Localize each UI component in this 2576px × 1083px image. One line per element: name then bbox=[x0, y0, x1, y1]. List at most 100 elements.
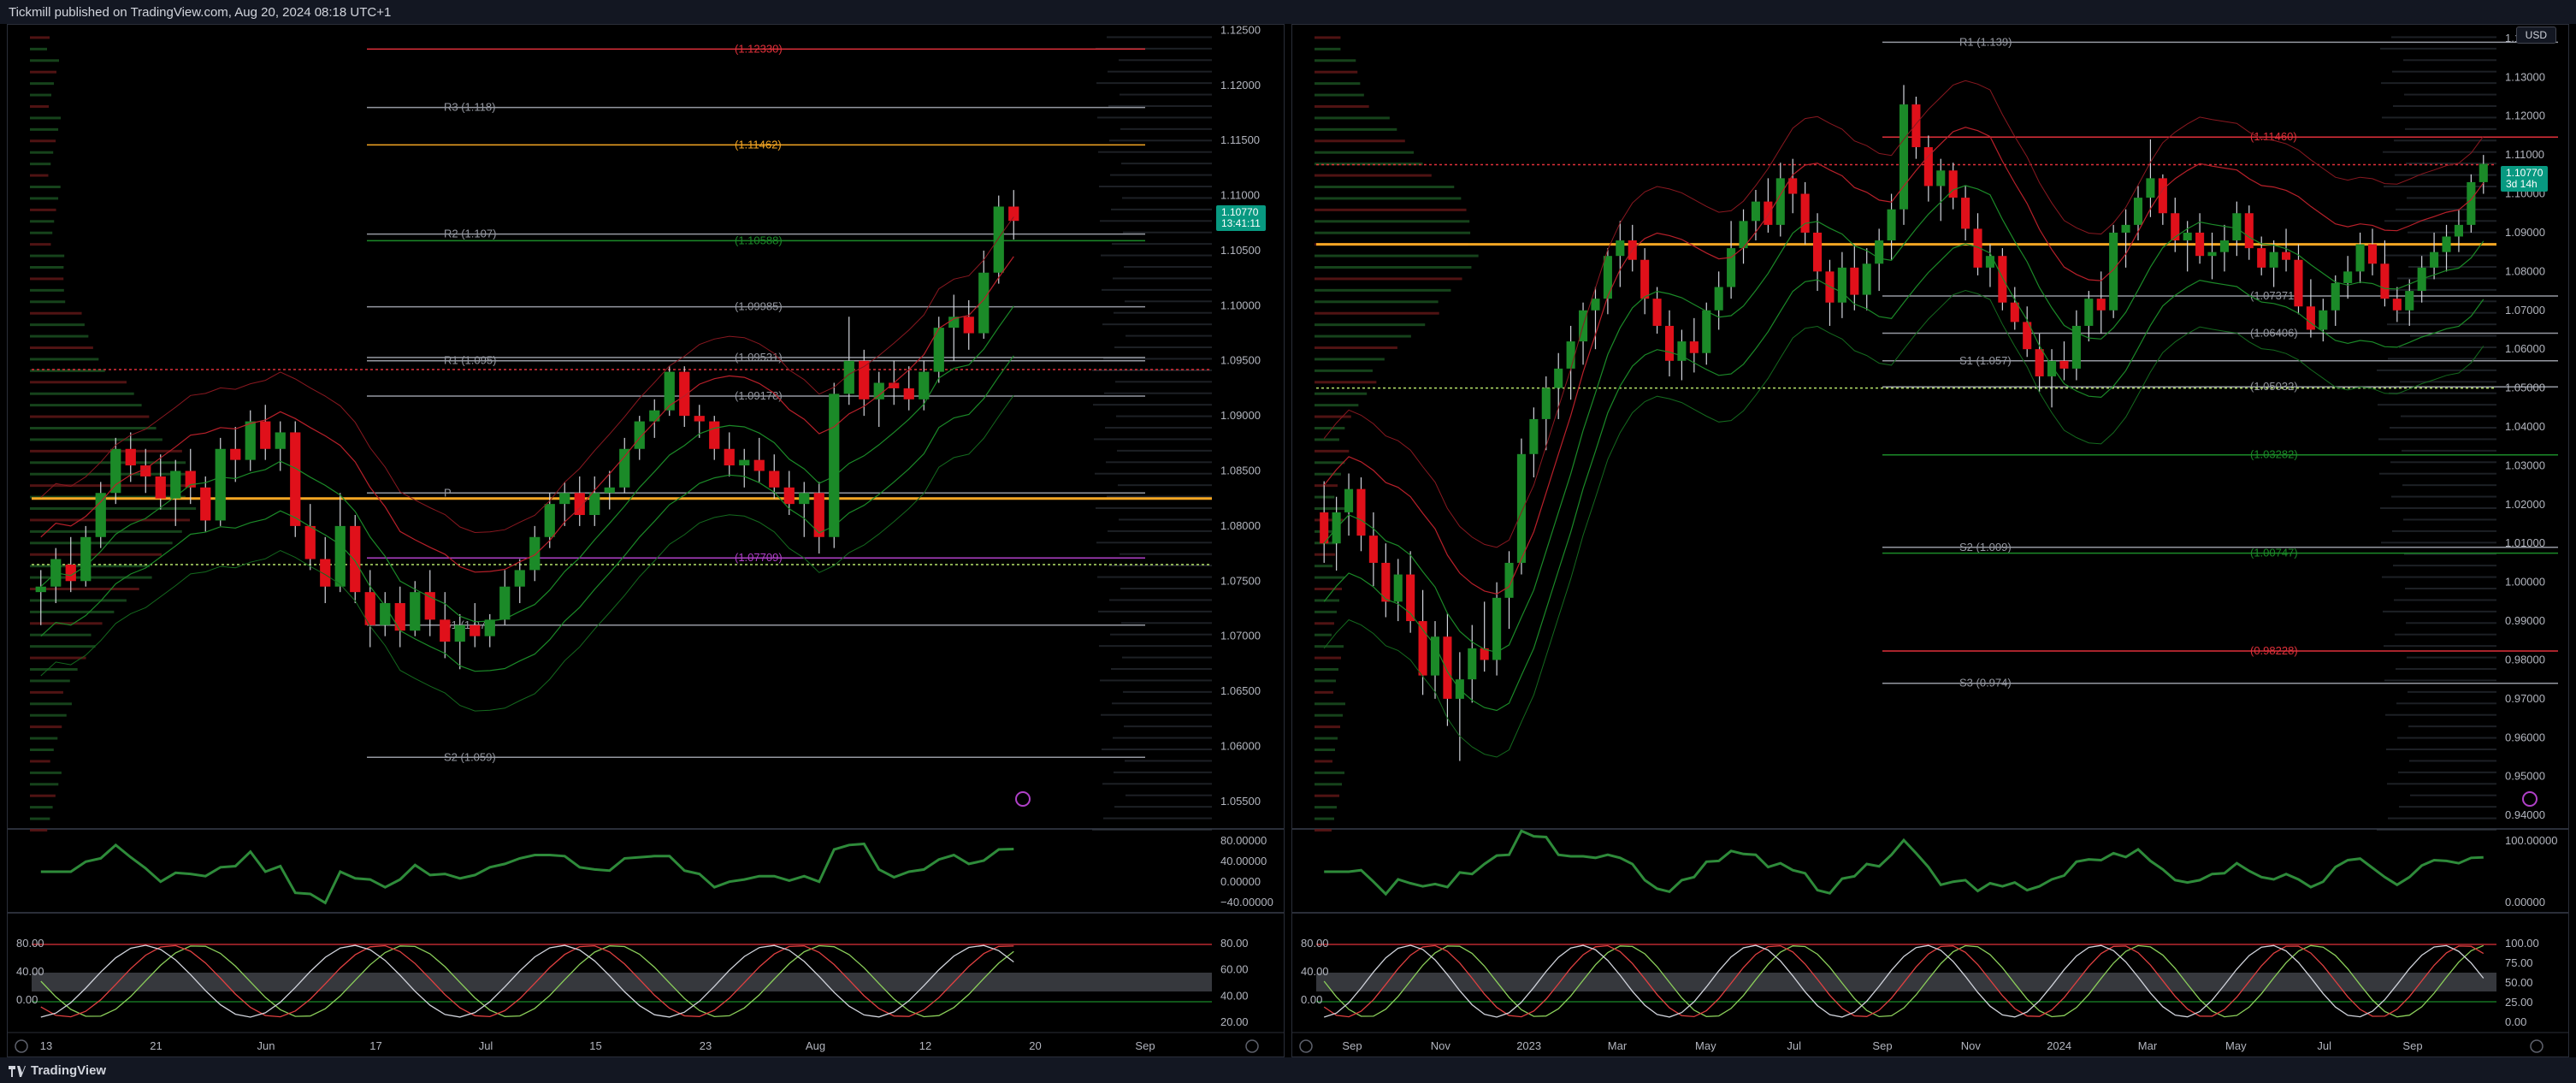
stochastic-left-tick: 40.00 bbox=[1301, 965, 1329, 978]
candle-body bbox=[1875, 240, 1884, 264]
right-volume-bar bbox=[1099, 645, 1212, 648]
right-volume-bar bbox=[2384, 645, 2496, 648]
x-axis-tick-label: Sep bbox=[2402, 1039, 2422, 1052]
right-volume-bar bbox=[1111, 208, 1212, 210]
pivot-level-label: (1.07709) bbox=[735, 551, 783, 564]
right-volume-bar bbox=[1114, 346, 1212, 348]
candle-body bbox=[2405, 291, 2414, 311]
right-volume-bar bbox=[2386, 288, 2496, 291]
y-axis-tick-label: 1.06000 bbox=[2505, 342, 2545, 355]
y-axis-tick-label: 1.09500 bbox=[1220, 354, 1261, 367]
auto-scale-icon bbox=[1245, 1039, 1259, 1053]
momentum-tick-label: −40.00000 bbox=[1220, 896, 1273, 908]
right-volume-bar bbox=[2390, 461, 2496, 464]
candle-body bbox=[230, 448, 241, 460]
right-volume-bar bbox=[2403, 518, 2496, 521]
candle-body bbox=[1714, 287, 1723, 311]
right-volume-bar bbox=[1117, 449, 1212, 452]
volume-profile-bar bbox=[30, 346, 93, 349]
right-volume-bar bbox=[1108, 565, 1212, 567]
candle-body bbox=[2244, 213, 2254, 249]
pivot-level-label: S2 (1.059) bbox=[444, 750, 496, 763]
volume-profile-bar bbox=[30, 311, 82, 315]
candle-body bbox=[2158, 178, 2167, 214]
x-axis: Sep Nov 2023 Mar May Jul Sep Nov 2024 Mar May Jul Se… bbox=[1342, 1039, 2422, 1052]
right-volume-bar bbox=[1105, 427, 1212, 429]
right-volume-bar bbox=[2390, 427, 2496, 429]
candle-body bbox=[1516, 453, 1526, 563]
momentum-tick-label: 40.00000 bbox=[1220, 855, 1267, 867]
currency-badge[interactable]: USD bbox=[2515, 27, 2556, 44]
right-volume-bar bbox=[1112, 243, 1212, 246]
y-axis-tick-label: 1.05000 bbox=[2505, 382, 2545, 394]
y-axis-tick-label: 1.07000 bbox=[2505, 304, 2545, 317]
x-axis-tick-label: Aug bbox=[806, 1039, 825, 1052]
candle-body bbox=[619, 448, 630, 488]
volume-profile-bar bbox=[1315, 415, 1351, 418]
right-volume-bar bbox=[1122, 197, 1212, 199]
momentum-pane: 100.00000 0.00000 bbox=[1324, 829, 2557, 908]
x-axis-tick-label: Nov bbox=[1961, 1039, 1982, 1052]
right-chart-svg[interactable]: R1 (1.139)(1.11460)(1.07371)(1.06406)S1 … bbox=[1292, 25, 2569, 1057]
volume-profile-bar bbox=[1315, 656, 1342, 660]
right-volume-bar bbox=[1122, 656, 1212, 659]
candle-body bbox=[2059, 360, 2069, 369]
volume-profile-bar bbox=[30, 553, 162, 556]
candle-body bbox=[410, 592, 421, 631]
right-volume-bar bbox=[2392, 530, 2496, 532]
volume-profile-bar bbox=[30, 645, 96, 648]
volume-profile-bar bbox=[1315, 47, 1341, 50]
volume-profile-bar bbox=[30, 277, 64, 281]
volume-profile-bar bbox=[1315, 139, 1405, 143]
volume-profile-bar bbox=[30, 518, 191, 522]
volume-profile-bar bbox=[30, 254, 65, 257]
right-volume-bar bbox=[2377, 829, 2496, 831]
right-volume-bar bbox=[2381, 542, 2496, 544]
volume-profile-bar bbox=[1315, 323, 1426, 327]
volume-profile-bar bbox=[1315, 381, 1377, 384]
right-volume-bar bbox=[1121, 163, 1212, 165]
momentum-tick-label: 0.00000 bbox=[2505, 896, 2545, 908]
right-volume-bar bbox=[1120, 553, 1212, 555]
volume-profile-bar bbox=[30, 323, 85, 327]
candle-body bbox=[769, 470, 780, 488]
left-chart-pane[interactable]: (1.12330) R3 (1.118) (1.11462) R2 (1.107) (1… bbox=[7, 24, 1285, 1057]
stochastic-left-tick: 80.00 bbox=[1301, 937, 1329, 950]
right-volume-bar bbox=[1102, 783, 1212, 785]
volume-profile-bar bbox=[30, 427, 157, 429]
candle-body bbox=[1837, 267, 1846, 303]
moving-average-line bbox=[1323, 185, 2484, 654]
y-axis-tick-label: 1.08000 bbox=[1220, 519, 1261, 532]
candle-body bbox=[1850, 267, 1859, 295]
right-volume-bar bbox=[2382, 576, 2496, 578]
right-volume-bar bbox=[2380, 47, 2496, 50]
momentum-line bbox=[40, 842, 1014, 905]
right-chart-pane[interactable]: R1 (1.139) (1.11460) (1.07371) (1.06406) S1 … bbox=[1291, 24, 2569, 1057]
candle-body bbox=[155, 476, 166, 499]
y-axis-tick-label: 1.12000 bbox=[2505, 109, 2545, 122]
volume-profile-bar bbox=[30, 139, 56, 143]
right-volume-bar bbox=[2382, 116, 2496, 119]
right-volume-bar bbox=[1092, 829, 1212, 831]
volume-profile-bar bbox=[1315, 633, 1332, 636]
candle-body bbox=[1356, 488, 1366, 536]
candle-body bbox=[2467, 181, 2476, 225]
volume-profile-bar bbox=[1315, 484, 1338, 488]
y-axis-tick-label: 1.11000 bbox=[2505, 148, 2544, 161]
stochastic-pane: 80.00 40.00 0.00 100.00 75.00 50.00 25.00 0.00 bbox=[1301, 937, 2539, 1028]
candle-body bbox=[2257, 248, 2266, 268]
stochastic-pane: 80.00 40.00 0.00 80.00 60.00 40.00 20.00 bbox=[16, 937, 1249, 1028]
volume-profile-bar bbox=[1315, 82, 1361, 86]
momentum-pane: 80.00000 40.00000 0.00000 −40.00000 bbox=[40, 834, 1273, 908]
left-chart-svg[interactable]: (1.12330) R3 (1.118) (1.11462) R2 (1.107) (1… bbox=[8, 25, 1285, 1057]
candle-body bbox=[1899, 104, 1909, 210]
right-volume-bar bbox=[2401, 415, 2496, 417]
candle-body bbox=[260, 421, 271, 449]
candle-body bbox=[394, 603, 405, 631]
tradingview-logo[interactable]: TradingView bbox=[9, 1063, 106, 1078]
y-axis-tick-label: 0.99000 bbox=[2505, 614, 2545, 627]
right-volume-bar bbox=[2397, 277, 2496, 280]
candle-body bbox=[95, 493, 106, 537]
right-volume-bar bbox=[1098, 151, 1212, 153]
right-volume-bar bbox=[1113, 277, 1212, 280]
